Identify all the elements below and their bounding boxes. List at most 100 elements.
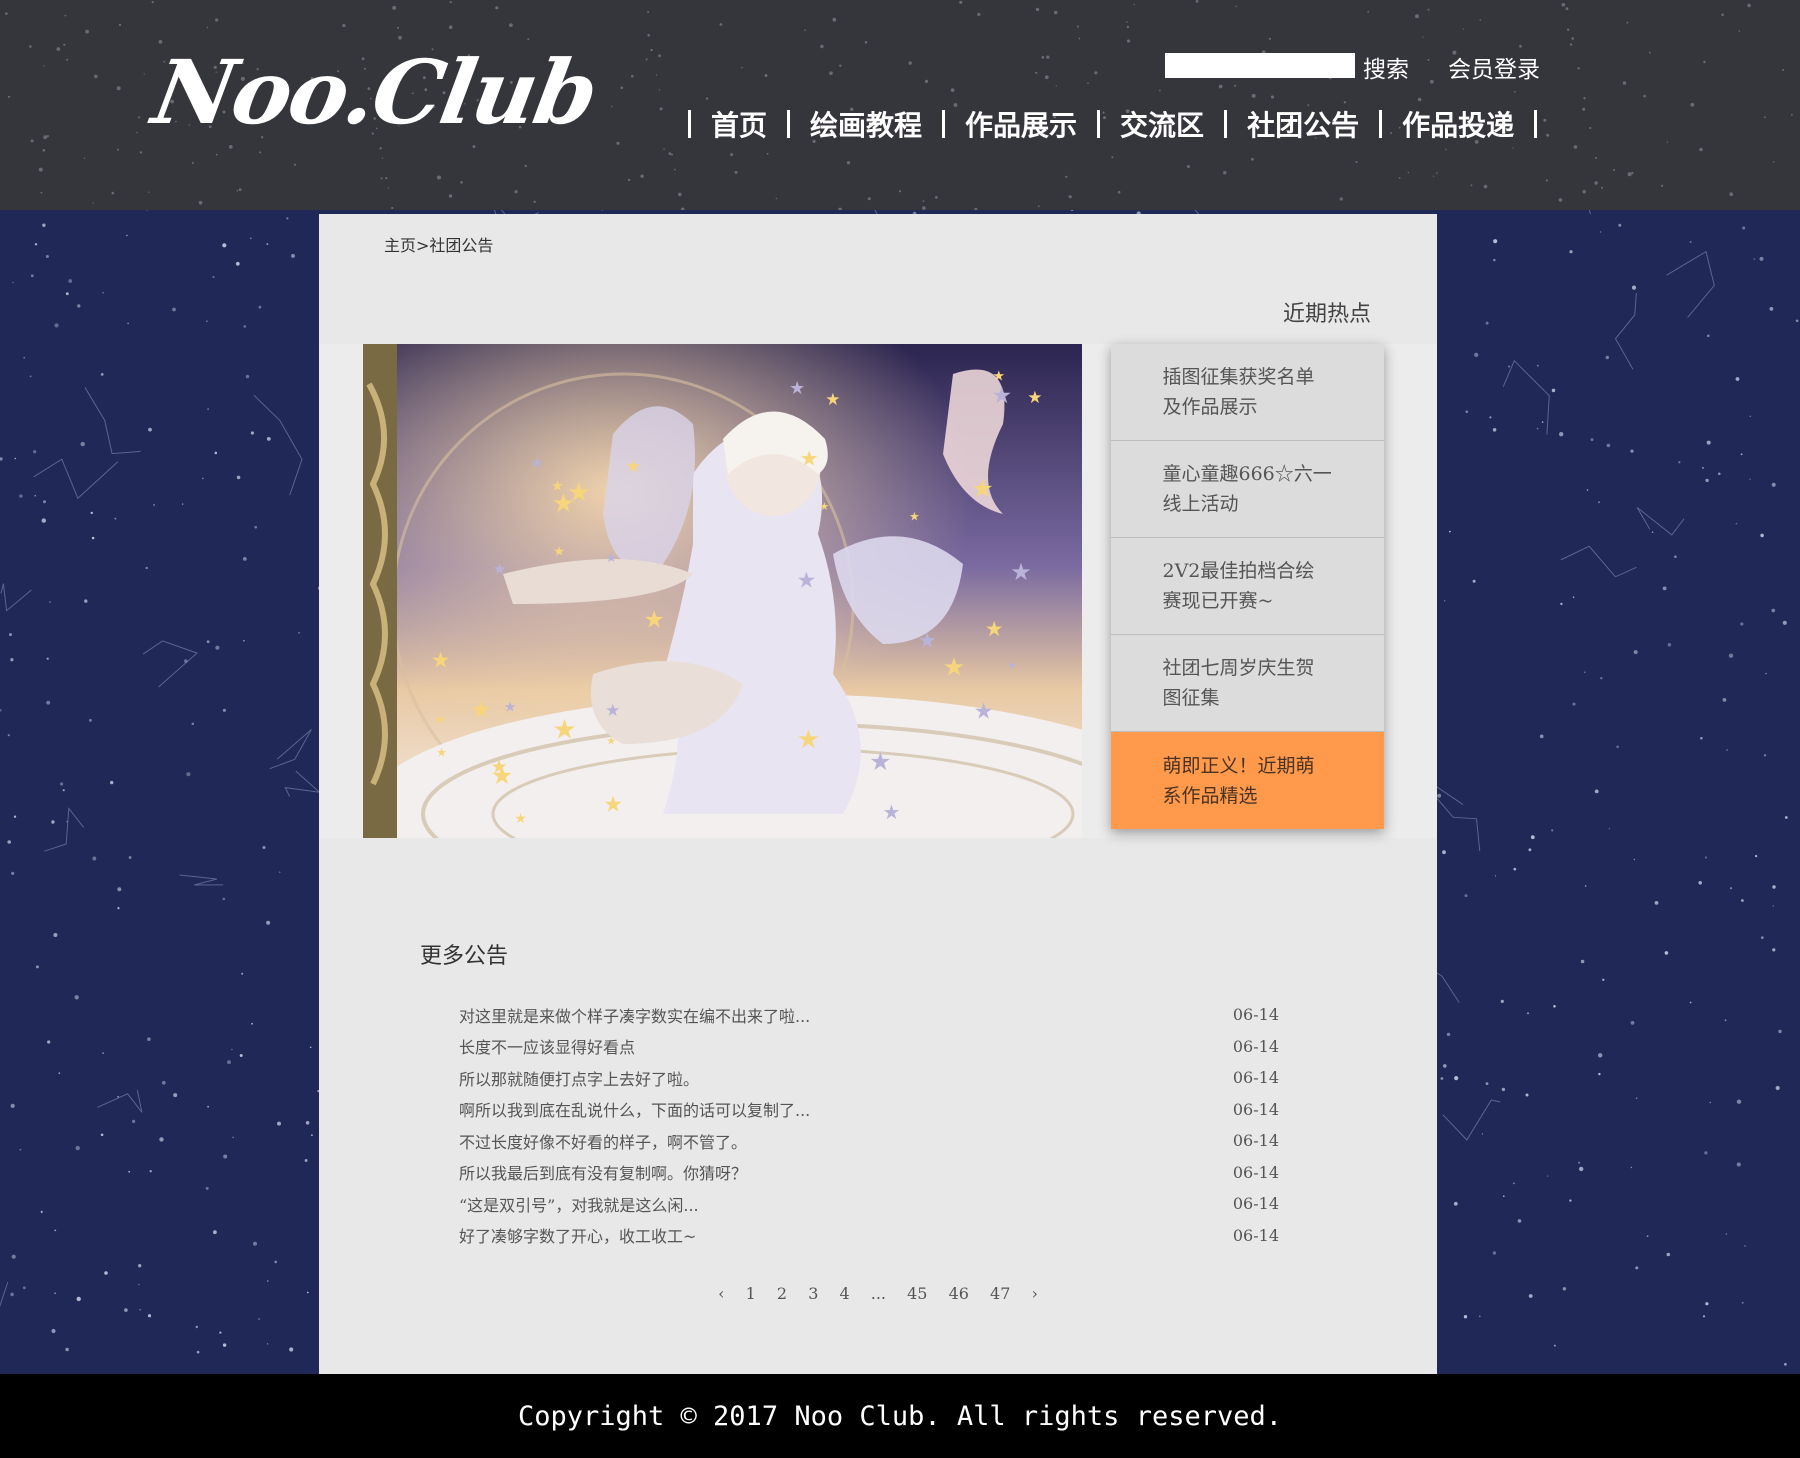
- svg-text:★: ★: [553, 545, 565, 560]
- banner-illustration[interactable]: ★ ★ ★ ★ ★ ★ ★ ★ ★ ★ ★ ★ ★ ★ ★ ★ ★ ★ ★ ★ ★ ★ ★ ★ ★ ★ ★ ★ ★ ★ ★ ★ ★ ★ ★ ★ ★ ★ ★ ★: [363, 344, 1082, 838]
- chevron-right-icon[interactable]: ›: [1031, 1284, 1037, 1303]
- site-header: Noo.Club 搜索 会员登录 首页 绘画教程 作品展示 交流区 社团公告 作…: [0, 0, 1800, 210]
- main-panel: 主页>社团公告 近期热点 ★ ★ ★ ★ ★ ★ ★ ★ ★ ★ ★ ★ ★ ★…: [319, 214, 1437, 1374]
- notice-text: 不过长度好像不好看的样子，啊不管了。: [459, 1132, 748, 1152]
- nav-separator: [787, 110, 791, 138]
- page-link[interactable]: 4: [839, 1284, 849, 1303]
- svg-text:★: ★: [797, 725, 820, 755]
- hot-topic-item[interactable]: 2V2最佳拍档合绘赛现已开赛~: [1111, 538, 1384, 635]
- page-link[interactable]: 3: [808, 1284, 818, 1303]
- svg-text:★: ★: [470, 697, 491, 723]
- page-link[interactable]: 47: [990, 1284, 1010, 1303]
- notice-row[interactable]: 不过长度好像不好看的样子，啊不管了。 06-14: [459, 1125, 1279, 1157]
- notice-text: 啊所以我到底在乱说什么，下面的话可以复制了...: [459, 1101, 811, 1121]
- site-footer: Copyright © 2017 Noo Club. All rights re…: [0, 1374, 1800, 1458]
- breadcrumb[interactable]: 主页>社团公告: [384, 232, 493, 256]
- page-link[interactable]: 1: [746, 1284, 756, 1303]
- svg-text:★: ★: [819, 500, 829, 513]
- notice-row[interactable]: 对这里就是来做个样子凑字数实在编不出来了啦... 06-14: [459, 999, 1279, 1031]
- svg-text:★: ★: [1008, 661, 1017, 672]
- pagination: ‹ 1 2 3 4 ... 45 46 47 ›: [319, 1284, 1437, 1303]
- notice-text: 所以那就随便打点字上去好了啦。: [459, 1069, 700, 1089]
- svg-text:★: ★: [883, 800, 901, 824]
- page-ellipsis: ...: [870, 1284, 887, 1303]
- svg-text:★: ★: [869, 747, 891, 776]
- notice-row[interactable]: 长度不一应该显得好看点 06-14: [459, 1031, 1279, 1063]
- notice-text: 所以我最后到底有没有复制啊。你猜呀？: [459, 1164, 748, 1184]
- page-link[interactable]: 2: [777, 1284, 787, 1303]
- svg-text:★: ★: [800, 447, 819, 471]
- notice-date: 06-14: [1232, 1131, 1279, 1151]
- more-notices-title: 更多公告: [420, 944, 509, 969]
- svg-text:★: ★: [436, 745, 447, 759]
- notice-row[interactable]: 所以我最后到底有没有复制啊。你猜呀？ 06-14: [459, 1157, 1279, 1189]
- nav-item-submit[interactable]: 作品投递: [1402, 104, 1514, 144]
- svg-text:★: ★: [993, 369, 1006, 385]
- svg-text:★: ★: [625, 457, 640, 477]
- notice-date: 06-14: [1232, 1036, 1279, 1056]
- svg-text:★: ★: [1010, 558, 1032, 586]
- hot-topic-item[interactable]: 插图征集获奖名单及作品展示: [1111, 344, 1384, 441]
- svg-text:★: ★: [943, 652, 965, 681]
- main-nav: 首页 绘画教程 作品展示 交流区 社团公告 作品投递: [668, 104, 1557, 144]
- svg-text:★: ★: [909, 509, 920, 523]
- nav-item-announcements[interactable]: 社团公告: [1247, 104, 1359, 144]
- notice-text: 对这里就是来做个样子凑字数实在编不出来了啦...: [459, 1006, 811, 1026]
- svg-text:★: ★: [974, 700, 994, 725]
- hot-topic-item[interactable]: 社团七周岁庆生贺图征集: [1111, 635, 1384, 732]
- site-logo[interactable]: Noo.Club: [146, 40, 604, 144]
- nav-separator: [1224, 110, 1228, 138]
- svg-text:★: ★: [1027, 388, 1042, 408]
- nav-separator: [1097, 110, 1101, 138]
- notice-row[interactable]: 所以那就随便打点字上去好了啦。 06-14: [459, 1062, 1279, 1094]
- search-button[interactable]: 搜索: [1363, 50, 1409, 84]
- notice-date: 06-14: [1232, 1068, 1279, 1088]
- hot-topic-item-active[interactable]: 萌即正义！近期萌系作品精选: [1111, 732, 1384, 829]
- svg-text:★: ★: [985, 617, 1004, 641]
- search-input[interactable]: [1165, 53, 1355, 78]
- nav-separator: [1534, 110, 1538, 138]
- svg-text:★: ★: [493, 560, 506, 578]
- svg-text:★: ★: [605, 701, 620, 721]
- svg-text:★: ★: [530, 454, 543, 472]
- svg-text:★: ★: [491, 761, 513, 790]
- hot-topic-item[interactable]: 童心童趣666☆六一线上活动: [1111, 441, 1384, 538]
- svg-text:★: ★: [552, 715, 576, 746]
- page-link[interactable]: 46: [949, 1284, 969, 1303]
- member-login-link[interactable]: 会员登录: [1448, 50, 1540, 84]
- notice-date: 06-14: [1232, 1194, 1279, 1214]
- svg-text:★: ★: [797, 569, 817, 594]
- hot-topics-list: 插图征集获奖名单及作品展示 童心童趣666☆六一线上活动 2V2最佳拍档合绘赛现…: [1111, 344, 1384, 829]
- svg-text:★: ★: [643, 605, 665, 633]
- svg-text:★: ★: [567, 478, 590, 508]
- notice-date: 06-14: [1232, 1099, 1279, 1119]
- notice-date: 06-14: [1232, 1005, 1279, 1025]
- notice-row[interactable]: 好了凑够字数了开心，收工收工~ 06-14: [459, 1220, 1279, 1252]
- nav-separator: [942, 110, 946, 138]
- nav-separator: [1379, 110, 1383, 138]
- notice-date: 06-14: [1232, 1225, 1279, 1245]
- hot-topics-title: 近期热点: [1282, 302, 1371, 327]
- banner-stars: ★★★★★★★★★★★★★★★★★★★★★★★★★★★★★★★★★ ★★★★★★★: [431, 369, 1043, 827]
- svg-text:★: ★: [789, 378, 805, 399]
- nav-item-gallery[interactable]: 作品展示: [965, 104, 1077, 144]
- svg-text:★: ★: [514, 811, 527, 827]
- svg-text:★: ★: [825, 390, 840, 410]
- svg-text:★: ★: [992, 383, 1013, 409]
- notice-text: 长度不一应该显得好看点: [459, 1038, 636, 1058]
- notice-text: 好了凑够字数了开心，收工收工~: [459, 1227, 697, 1247]
- notice-list: 对这里就是来做个样子凑字数实在编不出来了啦... 06-14 长度不一应该显得好看…: [459, 999, 1279, 1251]
- svg-text:★: ★: [971, 474, 993, 503]
- nav-item-tutorials[interactable]: 绘画教程: [810, 104, 922, 144]
- nav-separator: [688, 110, 691, 138]
- svg-text:★: ★: [605, 551, 617, 566]
- svg-text:★: ★: [918, 629, 937, 653]
- chevron-left-icon[interactable]: ‹: [718, 1284, 724, 1303]
- svg-text:★: ★: [603, 792, 623, 817]
- nav-item-forum[interactable]: 交流区: [1120, 104, 1204, 144]
- notice-row[interactable]: 啊所以我到底在乱说什么，下面的话可以复制了... 06-14: [459, 1094, 1279, 1126]
- svg-text:★: ★: [435, 713, 446, 727]
- page-link[interactable]: 45: [907, 1284, 927, 1303]
- notice-row[interactable]: “这是双引号”，对我就是这么闲... 06-14: [459, 1188, 1279, 1220]
- nav-item-home[interactable]: 首页: [711, 104, 767, 144]
